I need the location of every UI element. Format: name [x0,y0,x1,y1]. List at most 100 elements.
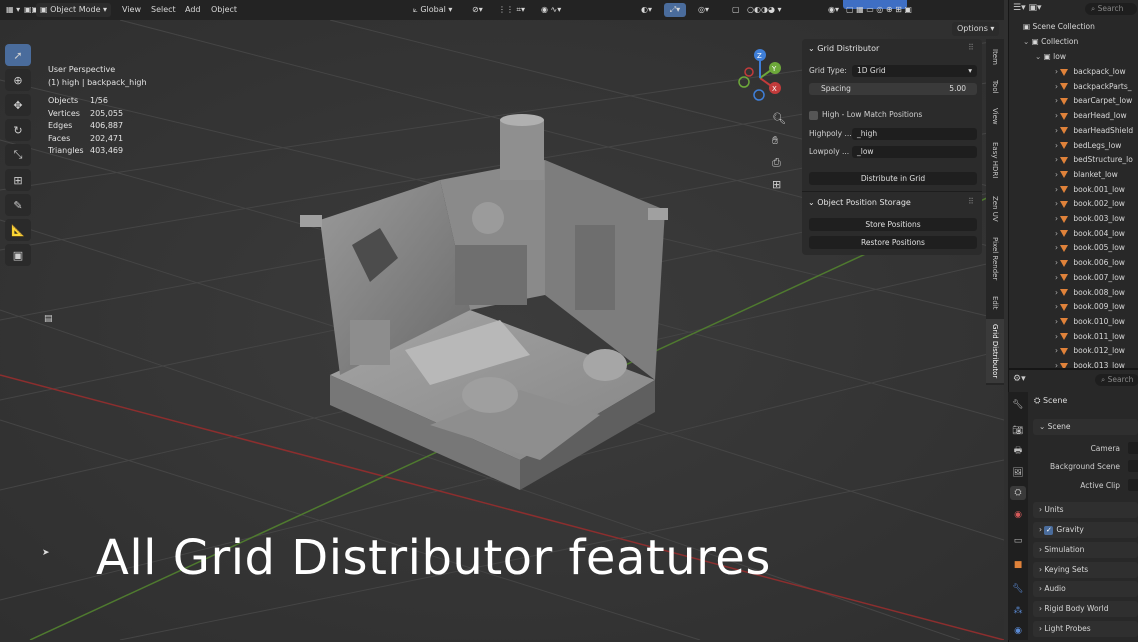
proportional-edit-icon[interactable]: ◉ ∿▾ [541,3,561,17]
outliner-object-row[interactable]: › backpack_low [1009,65,1138,80]
match-positions-checkbox[interactable] [809,111,818,120]
properties-search-input[interactable]: ⌕ Search [1095,374,1138,386]
physics-props-icon[interactable]: ◉ [1010,624,1026,638]
outliner-object-row[interactable]: › book.003_low [1009,212,1138,227]
gravity-checkbox[interactable]: ✓ [1044,526,1054,535]
menu-select[interactable]: Select [151,3,176,17]
xray-icon[interactable]: ▢ [732,3,740,17]
outliner-object-row[interactable]: › blanket_low [1009,168,1138,183]
tab-tool[interactable]: Tool [986,75,1004,99]
scale-tool-icon[interactable]: ⤡ [5,144,31,166]
outliner-object-row[interactable]: › bedStructure_lo [1009,153,1138,168]
output-props-icon[interactable]: 🖶 [1010,444,1026,458]
outliner-object-row[interactable]: › book.004_low [1009,227,1138,242]
render-props-icon[interactable]: 📷︎ [1010,424,1026,438]
outliner-object-row[interactable]: › book.005_low [1009,241,1138,256]
outliner-object-row[interactable]: › backpackParts_ [1009,80,1138,95]
tab-grid-distributor[interactable]: Grid Distributor [986,319,1004,383]
tool-props-icon[interactable]: 🔧︎ [1010,398,1026,412]
measure-tool-icon[interactable]: 📐 [5,219,31,241]
spacing-field[interactable]: Spacing 5.00 [809,83,977,95]
lowpoly-suffix-input[interactable]: _low [852,146,977,158]
outliner-object-row[interactable]: › bearCarpet_low [1009,94,1138,109]
select-tool-icon[interactable]: ➚ [5,44,31,66]
section-audio[interactable]: › Audio [1033,581,1138,597]
move-tool-icon[interactable]: ✥ [5,94,31,116]
tab-view[interactable]: View [986,103,1004,129]
menu-view[interactable]: View [122,3,141,17]
tab-edit[interactable]: Edit [986,291,1004,315]
restore-positions-button[interactable]: Restore Positions [809,236,977,249]
eye-icon[interactable]: ◉▾ [828,3,839,17]
outliner-object-row[interactable]: › book.012_low [1009,344,1138,359]
distribute-in-grid-button[interactable]: Distribute in Grid [809,172,977,185]
menu-object[interactable]: Object [211,3,237,17]
perspective-grid-icon[interactable]: ⊞ [772,174,786,196]
properties-editor-icon[interactable]: ⚙▾ [1013,374,1026,384]
outliner-editor-icon[interactable]: ☰▾ ▣▾ [1013,3,1041,13]
outliner-object-row[interactable]: › book.001_low [1009,183,1138,198]
collection-row[interactable]: ⌄ ▣ Collection [1009,35,1138,50]
cursor-tool-icon[interactable]: ⊕ [5,69,31,91]
outliner-object-row[interactable]: › book.002_low [1009,197,1138,212]
rotate-tool-icon[interactable]: ↻ [5,119,31,141]
zoom-icon[interactable]: 🔍︎ [772,108,786,130]
grid-type-dropdown[interactable]: 1D Grid ▾ [852,65,977,77]
mode-dropdown[interactable]: ▣ Object Mode ▾ [36,3,112,17]
grid-distributor-header[interactable]: ⌄ Grid Distributor [808,41,879,57]
scene-panel-header[interactable]: ⌄ Scene [1033,419,1138,435]
section-light-probes[interactable]: › Light Probes [1033,621,1138,637]
collection-props-icon[interactable]: ▭ [1010,534,1026,548]
quick-favorites-icon[interactable]: ▤ [44,314,53,324]
outliner-object-row[interactable]: › book.008_low [1009,286,1138,301]
transform-tool-icon[interactable]: ⊞ [5,169,31,191]
view-layer-icon[interactable]: 🖼︎ [1010,466,1026,480]
filter-icons[interactable]: ▢ ▦ ▭ ◎ ⊕ ⊞ ▣ [846,3,912,17]
tab-zen-uv[interactable]: Zen UV [986,191,1004,227]
outliner-object-row[interactable]: › book.006_low [1009,256,1138,271]
pan-hand-icon[interactable]: ✋︎ [772,130,786,152]
add-cube-tool-icon[interactable]: ▣ [5,244,31,266]
section-rigid-body-world[interactable]: › Rigid Body World [1033,601,1138,617]
outliner-search-input[interactable]: ⌕ Search [1085,3,1137,15]
shading-modes-icon[interactable]: ○◐◑◕ ▾ [747,3,781,17]
navigation-gizmo[interactable]: Z Y X [732,46,792,106]
position-storage-header[interactable]: ⌄ Object Position Storage [808,195,911,211]
tab-pixel-render[interactable]: Pixel Render [986,233,1004,285]
section-gravity[interactable]: › ✓ Gravity [1033,522,1138,538]
store-positions-button[interactable]: Store Positions [809,218,977,231]
options-dropdown[interactable]: Options ▾ [952,22,1000,36]
scene-props-icon[interactable]: ⛭ [1010,486,1026,500]
tab-item[interactable]: Item [986,43,1004,71]
drag-handle-icon[interactable]: ⠿ [968,197,974,206]
drag-handle-icon[interactable]: ⠿ [968,43,974,52]
world-props-icon[interactable]: ◉ [1010,508,1026,522]
outliner-object-row[interactable]: › book.007_low [1009,271,1138,286]
outliner-object-row[interactable]: › book.009_low [1009,300,1138,315]
object-props-icon[interactable]: ■ [1010,558,1026,572]
snap-icon[interactable]: ⋮⋮ ⌗▾ [498,3,525,17]
overlay-icon[interactable]: ◎▾ [698,3,709,17]
outliner-object-row[interactable]: › bearHeadShield [1009,124,1138,139]
highpoly-suffix-input[interactable]: _high [852,128,977,140]
camera-field[interactable] [1128,442,1138,454]
scene-collection-row[interactable]: ▣ Scene Collection [1009,20,1138,35]
editor-type-icon[interactable]: ▦ ▾ [6,3,20,17]
transform-orientation-dropdown[interactable]: ⟀ Global ▾ [413,3,452,17]
outliner-object-row[interactable]: › book.011_low [1009,330,1138,345]
camera-view-icon[interactable]: ⎙ [772,152,786,174]
section-units[interactable]: › Units [1033,502,1138,518]
low-collection-row[interactable]: ⌄ ▣ low [1009,50,1138,65]
particles-props-icon[interactable]: ⁂ [1010,604,1026,618]
outliner-object-row[interactable]: › bearHead_low [1009,109,1138,124]
annotate-tool-icon[interactable]: ✎ [5,194,31,216]
pivot-icon[interactable]: ⊘▾ [472,3,483,17]
background-scene-field[interactable] [1128,460,1138,472]
outliner-object-row[interactable]: › bedLegs_low [1009,139,1138,154]
outliner-object-row[interactable]: › book.010_low [1009,315,1138,330]
tab-easy-hdri[interactable]: Easy HDRI [986,135,1004,185]
gizmo-toggle-icon[interactable]: ⤢▾ [664,3,686,17]
section-simulation[interactable]: › Simulation [1033,542,1138,558]
section-keying-sets[interactable]: › Keying Sets [1033,562,1138,578]
modifier-props-icon[interactable]: 🔧︎ [1010,582,1026,596]
